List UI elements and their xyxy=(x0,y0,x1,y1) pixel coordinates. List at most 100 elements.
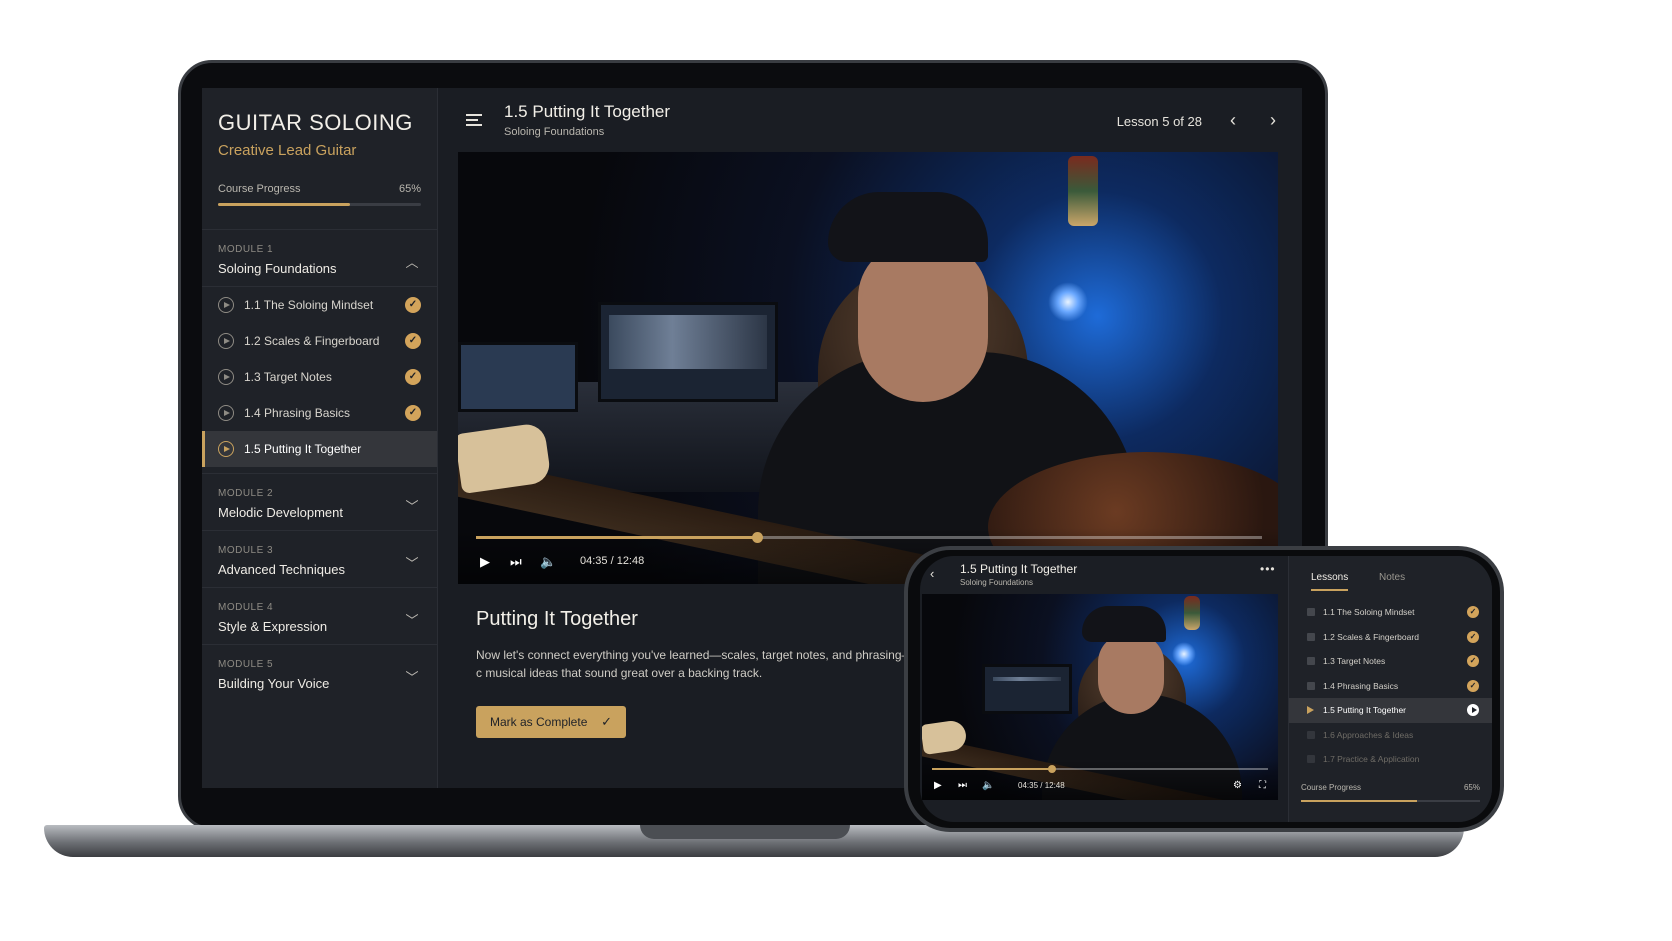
phone-lesson-item[interactable]: 1.2 Scales & Fingerboard ✓ xyxy=(1289,625,1492,650)
course-title: GUITAR SOLOING xyxy=(218,110,413,135)
video-player[interactable]: ▶ ⏭ 🔈 04:35 / 12:48 ⚙ ⛶ xyxy=(458,152,1278,584)
menu-icon[interactable] xyxy=(466,114,482,126)
module-1[interactable]: MODULE 1 Soloing Foundations ︿ xyxy=(202,230,437,287)
skip-next-icon[interactable]: ⏭ xyxy=(510,554,522,570)
lesson-1-4[interactable]: 1.4 Phrasing Basics ✓ xyxy=(202,395,437,431)
phone-video-player[interactable]: ▶ ⏭ 🔈 04:35 / 12:48 ⚙ ⛶ xyxy=(922,594,1278,800)
content-description: Now let's connect everything you've lear… xyxy=(476,648,933,680)
lesson-label: 1.3 Target Notes xyxy=(1323,656,1386,667)
module-2[interactable]: MODULE 2 Melodic Development ﹀ xyxy=(202,473,437,531)
back-arrow-icon[interactable]: ‹ xyxy=(930,566,934,581)
chevron-down-icon[interactable]: ﹀ xyxy=(405,500,419,514)
phone-lesson-item-locked[interactable]: 1.7 Practice & Application xyxy=(1289,747,1492,772)
lesson-label: 1.5 Putting It Together xyxy=(1323,705,1407,716)
phone-progress-bar xyxy=(1301,800,1480,802)
lesson-label: 1.1 The Soloing Mindset xyxy=(244,298,374,312)
course-subtitle: Creative Lead Guitar xyxy=(218,142,357,159)
phone-lesson-module: Soloing Foundations xyxy=(960,578,1033,587)
course-progress-row: Course Progress 65% xyxy=(218,183,421,195)
gear-icon[interactable]: ⚙ xyxy=(1233,780,1242,791)
lesson-title: 1.5 Putting It Together xyxy=(504,102,671,121)
mark-complete-button[interactable]: Mark as Complete ✓ xyxy=(476,706,626,738)
lesson-label: 1.6 Approaches & Ideas xyxy=(1323,729,1414,740)
chevron-down-icon[interactable]: ﹀ xyxy=(405,614,419,628)
video-person-head xyxy=(1098,634,1164,714)
lesson-marker xyxy=(1307,730,1315,739)
video-blue-light xyxy=(1172,642,1196,666)
content-title: Putting It Together xyxy=(476,608,638,630)
course-progress-fill xyxy=(218,203,350,206)
module-number: MODULE 1 xyxy=(218,244,274,255)
phone-video-controls: ▶ ⏭ 🔈 04:35 / 12:48 ⚙ ⛶ xyxy=(922,760,1278,800)
module-title: Melodic Development xyxy=(218,505,344,520)
lesson-1-3[interactable]: 1.3 Target Notes ✓ xyxy=(202,359,437,395)
video-person-cap xyxy=(828,192,988,262)
lesson-label: 1.1 The Soloing Mindset xyxy=(1323,607,1415,618)
chevron-down-icon[interactable]: ﹀ xyxy=(405,557,419,571)
lesson-topbar: 1.5 Putting It Together Soloing Foundati… xyxy=(438,88,1302,152)
course-progress-bar xyxy=(218,203,421,206)
video-totem xyxy=(1184,596,1200,630)
play-circle-icon xyxy=(1467,704,1479,716)
lesson-label: 1.7 Practice & Application xyxy=(1323,754,1420,765)
phone-lesson-item[interactable]: 1.3 Target Notes ✓ xyxy=(1289,649,1492,674)
video-monitor-left xyxy=(458,342,578,412)
course-sidebar: GUITAR SOLOING Creative Lead Guitar Cour… xyxy=(202,88,438,788)
volume-icon[interactable]: 🔈 xyxy=(982,780,994,791)
video-scrubber-knob[interactable] xyxy=(752,532,764,543)
phone-scrubber-knob[interactable] xyxy=(1048,765,1057,773)
lesson-label: 1.5 Putting It Together xyxy=(244,442,362,456)
check-icon: ✓ xyxy=(1467,655,1479,667)
chevron-down-icon[interactable]: ﹀ xyxy=(405,671,419,685)
lesson-label: 1.4 Phrasing Basics xyxy=(1323,680,1399,691)
play-icon[interactable]: ▶ xyxy=(934,780,942,791)
check-icon: ✓ xyxy=(405,297,421,313)
video-scrubber-fill xyxy=(476,536,758,539)
video-time: 04:35 / 12:48 xyxy=(580,555,645,567)
lesson-label: 1.2 Scales & Fingerboard xyxy=(1323,631,1419,642)
video-monitor xyxy=(982,664,1072,714)
fullscreen-icon[interactable]: ⛶ xyxy=(1259,780,1266,791)
phone-lesson-item[interactable]: 1.4 Phrasing Basics ✓ xyxy=(1289,674,1492,699)
tab-lessons[interactable]: Lessons xyxy=(1311,572,1349,591)
skip-next-icon[interactable]: ⏭ xyxy=(958,780,967,791)
play-circle-icon xyxy=(218,405,234,421)
phone-lesson-item-active[interactable]: 1.5 Putting It Together xyxy=(1289,698,1492,723)
play-icon[interactable]: ▶ xyxy=(480,554,490,570)
module-number: MODULE 2 xyxy=(218,488,274,499)
laptop-notch xyxy=(640,825,850,839)
volume-icon[interactable]: 🔈 xyxy=(540,554,556,570)
lesson-marker xyxy=(1307,755,1315,764)
lesson-module-name: Soloing Foundations xyxy=(504,126,605,138)
lesson-1-1[interactable]: 1.1 The Soloing Mindset ✓ xyxy=(202,287,437,323)
module-5[interactable]: MODULE 5 Building Your Voice ﹀ xyxy=(202,645,437,701)
lesson-1-2[interactable]: 1.2 Scales & Fingerboard ✓ xyxy=(202,323,437,359)
check-icon: ✓ xyxy=(1467,630,1479,643)
phone-lesson-item-locked[interactable]: 1.6 Approaches & Ideas xyxy=(1289,723,1492,748)
module-4[interactable]: MODULE 4 Style & Expression ﹀ xyxy=(202,588,437,645)
lesson-counter: Lesson 5 of 28 xyxy=(1116,114,1202,129)
lesson-marker xyxy=(1307,632,1315,641)
lesson-1-5-active[interactable]: 1.5 Putting It Together xyxy=(202,431,437,467)
module-title: Soloing Foundations xyxy=(218,261,337,276)
phone-video-scrubber[interactable] xyxy=(932,765,1268,773)
phone-lesson-title: 1.5 Putting It Together xyxy=(960,562,1078,576)
module-number: MODULE 3 xyxy=(218,545,274,556)
play-circle-icon xyxy=(218,441,234,457)
video-totem xyxy=(1068,156,1098,226)
course-brand: GUITAR SOLOING Creative Lead Guitar Cour… xyxy=(202,88,437,230)
chevron-left-icon[interactable]: ‹ xyxy=(1230,110,1236,131)
phone-side-panel: Lessons Notes 1.1 The Soloing Mindset ✓ 1… xyxy=(1288,556,1492,822)
video-scrubber[interactable] xyxy=(476,532,1262,543)
phone-video-time: 04:35 / 12:48 xyxy=(1018,781,1065,790)
chevron-right-icon[interactable]: › xyxy=(1270,110,1276,131)
lesson-marker xyxy=(1307,608,1315,617)
lesson-label: 1.2 Scales & Fingerboard xyxy=(244,334,380,348)
video-monitor xyxy=(598,302,778,402)
chevron-up-icon[interactable]: ︿ xyxy=(405,256,419,270)
phone-lesson-item[interactable]: 1.1 The Soloing Mindset ✓ xyxy=(1289,600,1492,625)
tab-notes[interactable]: Notes xyxy=(1379,572,1405,583)
module-3[interactable]: MODULE 3 Advanced Techniques ﹀ xyxy=(202,531,437,588)
more-options-icon[interactable]: ••• xyxy=(1260,562,1276,576)
module-title: Advanced Techniques xyxy=(218,562,345,577)
